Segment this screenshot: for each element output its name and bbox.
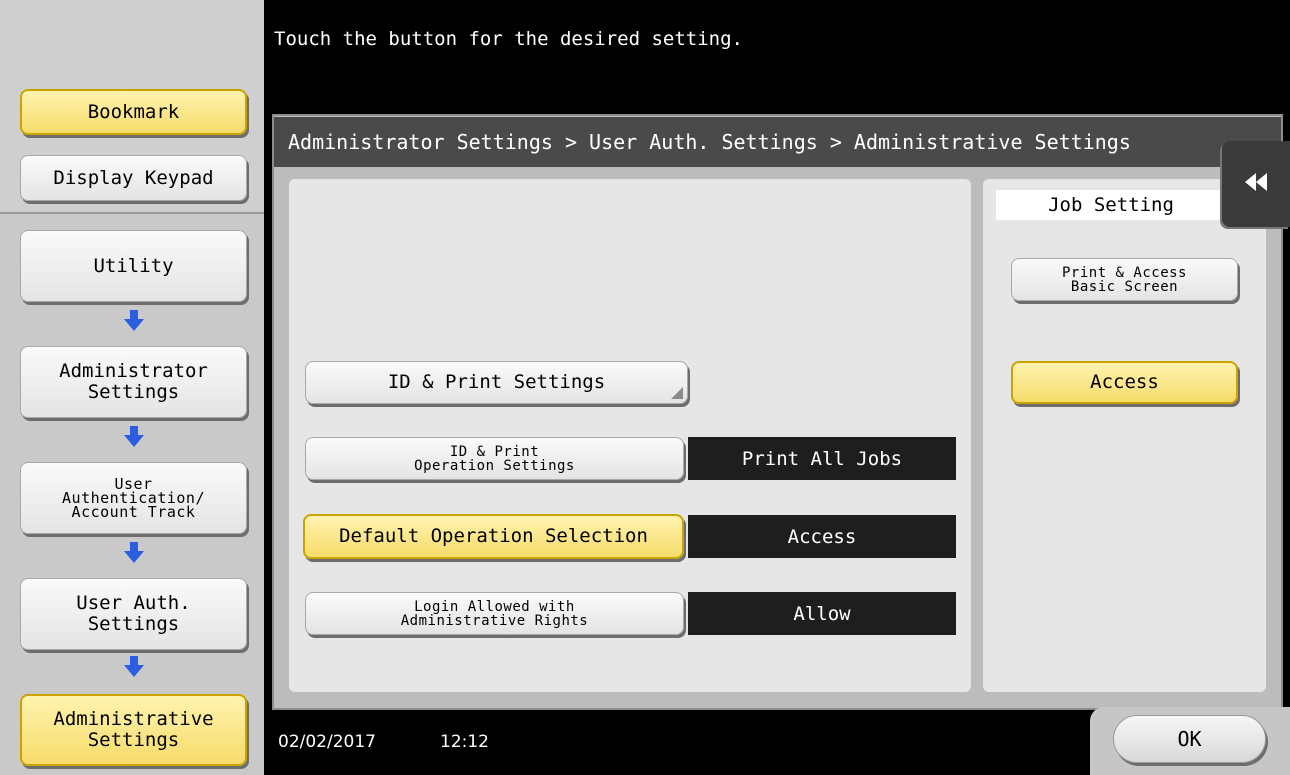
- default-operation-selection-button[interactable]: Default Operation Selection: [303, 514, 684, 559]
- login-allowed-admin-rights-button[interactable]: Login Allowed with Administrative Rights: [305, 592, 684, 635]
- id-print-settings-button[interactable]: ID & Print Settings: [305, 361, 688, 404]
- collapse-panel-button[interactable]: [1222, 141, 1290, 227]
- default-operation-value: Access: [688, 515, 956, 558]
- sidebar-item-administrative-settings[interactable]: Administrative Settings: [20, 694, 247, 766]
- arrow-down-icon: [124, 310, 144, 332]
- submenu-corner-icon: [671, 387, 683, 399]
- login-allowed-value: Allow: [688, 592, 956, 635]
- id-print-operation-value: Print All Jobs: [688, 437, 956, 480]
- footer-time: 12:12: [440, 732, 489, 752]
- job-setting-area: [983, 179, 1266, 692]
- sidebar-item-administrator-settings[interactable]: Administrator Settings: [20, 346, 247, 418]
- sidebar-item-user-auth-settings[interactable]: User Auth. Settings: [20, 578, 247, 650]
- display-keypad-button[interactable]: Display Keypad: [20, 155, 247, 201]
- sidebar-item-utility[interactable]: Utility: [20, 230, 247, 302]
- arrow-down-icon: [124, 656, 144, 678]
- double-left-arrow-icon: [1244, 173, 1268, 195]
- print-access-basic-screen-button[interactable]: Print & Access Basic Screen: [1011, 258, 1238, 301]
- job-setting-title: Job Setting: [996, 190, 1226, 220]
- footer-date: 02/02/2017: [278, 732, 376, 752]
- sidebar-item-user-authentication-account-track[interactable]: User Authentication/ Account Track: [20, 462, 247, 534]
- instruction-message: Touch the button for the desired setting…: [274, 28, 743, 50]
- bookmark-button[interactable]: Bookmark: [20, 89, 247, 135]
- ok-button[interactable]: OK: [1113, 715, 1266, 763]
- arrow-down-icon: [124, 542, 144, 564]
- arrow-down-icon: [124, 426, 144, 448]
- left-sidebar: Bookmark Display Keypad Utility Administ…: [0, 0, 264, 775]
- access-button[interactable]: Access: [1011, 361, 1238, 404]
- id-print-settings-label: ID & Print Settings: [387, 371, 606, 393]
- breadcrumb: Administrator Settings > User Auth. Sett…: [274, 117, 1281, 167]
- id-print-operation-settings-button[interactable]: ID & Print Operation Settings: [305, 437, 684, 480]
